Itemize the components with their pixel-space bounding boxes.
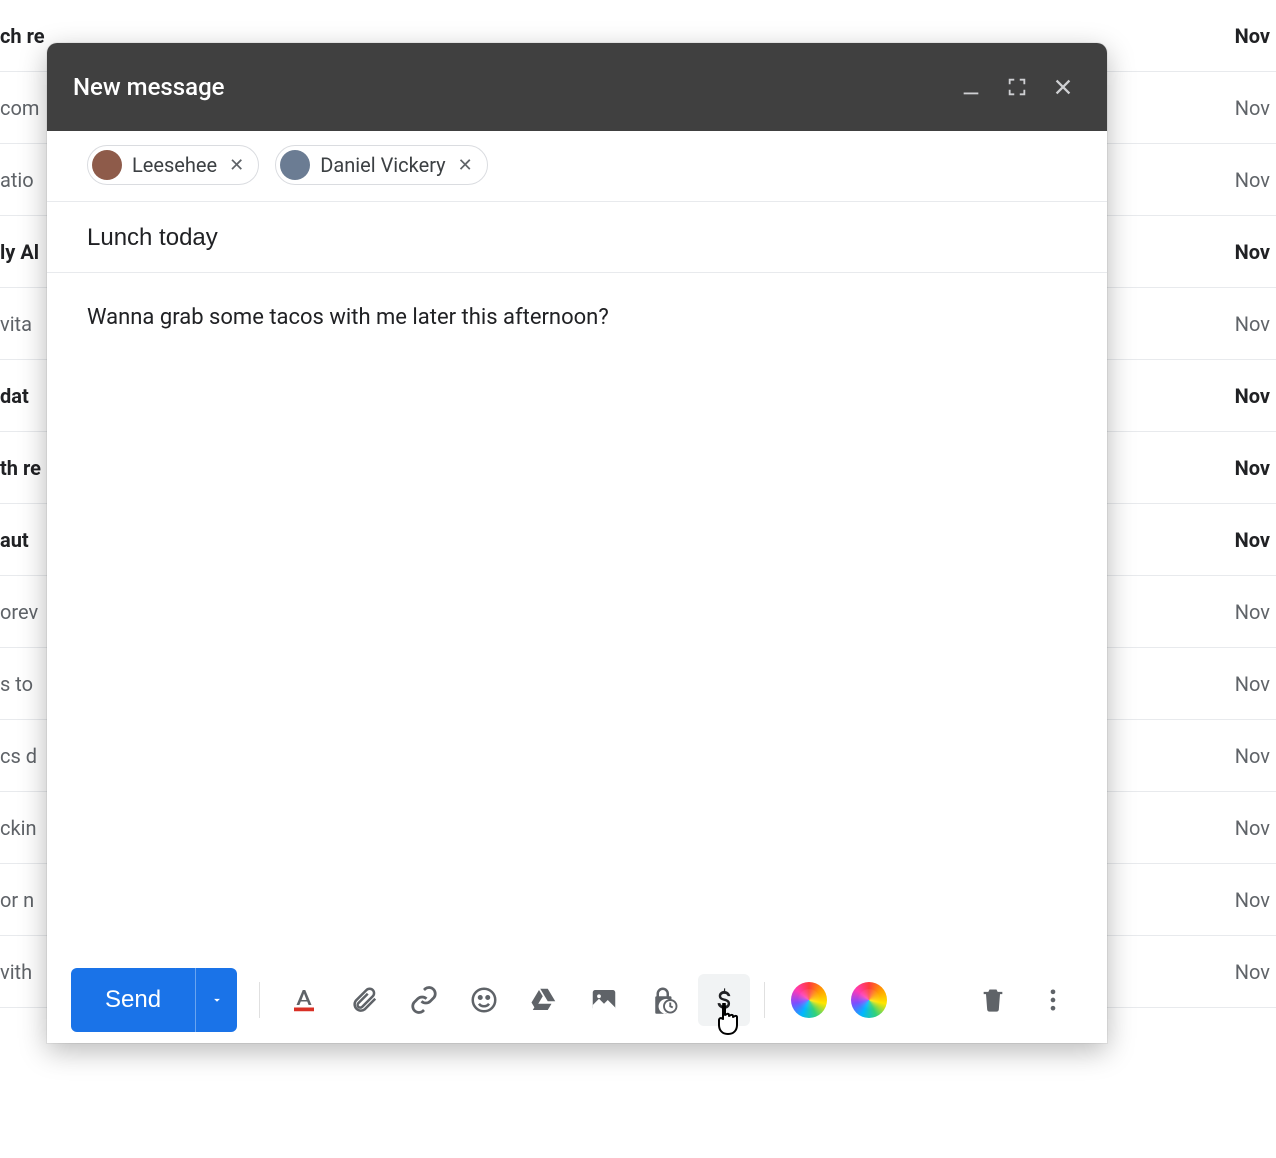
inbox-row-snippet: th re (0, 456, 41, 480)
link-icon[interactable] (398, 974, 450, 1026)
compose-body[interactable]: Wanna grab some tacos with me later this… (47, 273, 1107, 957)
compose-header: New message (47, 43, 1107, 131)
compose-title: New message (73, 73, 943, 101)
dollar-icon[interactable] (698, 974, 750, 1026)
compose-window: New message Leesehee ✕ Daniel Vickery ✕ Wan… (47, 43, 1107, 1043)
inbox-row-date: Nov (1235, 96, 1270, 120)
subject-input[interactable] (87, 224, 1067, 252)
trash-icon[interactable] (967, 974, 1019, 1026)
chip-remove-icon[interactable]: ✕ (227, 155, 246, 176)
inbox-row-date: Nov (1235, 744, 1270, 768)
inbox-row-date: Nov (1235, 816, 1270, 840)
inbox-row-date: Nov (1235, 312, 1270, 336)
inbox-row-date: Nov (1235, 960, 1270, 984)
paperclip-icon[interactable] (338, 974, 390, 1026)
inbox-row-date: Nov (1235, 240, 1270, 264)
separator (259, 982, 260, 1018)
inbox-row-snippet: atio (0, 168, 34, 192)
emoji-icon[interactable] (458, 974, 510, 1026)
more-vert-icon[interactable] (1027, 974, 1079, 1026)
recipient-name: Daniel Vickery (320, 153, 445, 177)
inbox-row-date: Nov (1235, 168, 1270, 192)
rainbow-avatar-icon (791, 982, 827, 1018)
avatar (92, 150, 122, 180)
image-icon[interactable] (578, 974, 630, 1026)
inbox-row-snippet: aut (0, 528, 29, 552)
recipient-name: Leesehee (132, 153, 217, 177)
body-text: Wanna grab some tacos with me later this… (87, 305, 609, 330)
inbox-row-snippet: ch re (0, 24, 45, 48)
inbox-row-date: Nov (1235, 672, 1270, 696)
inbox-row-snippet: com (0, 96, 39, 120)
recipient-chip[interactable]: Leesehee ✕ (87, 145, 259, 185)
fullscreen-button[interactable] (999, 69, 1035, 105)
inbox-row-snippet: ly Al (0, 240, 39, 264)
caret-down-icon (210, 993, 224, 1007)
inbox-row-snippet: s to (0, 672, 33, 696)
inbox-row-date: Nov (1235, 456, 1270, 480)
inbox-row-snippet: cs d (0, 744, 37, 768)
chip-remove-icon[interactable]: ✕ (456, 155, 475, 176)
lock-clock-icon[interactable] (638, 974, 690, 1026)
inbox-row-date: Nov (1235, 528, 1270, 552)
rainbow-avatar-icon (851, 982, 887, 1018)
send-options-button[interactable] (195, 968, 237, 1032)
inbox-row-snippet: orev (0, 600, 38, 624)
recipients-row[interactable]: Leesehee ✕ Daniel Vickery ✕ (47, 131, 1107, 202)
inbox-row-snippet: vita (0, 312, 32, 336)
send-button[interactable]: Send (71, 968, 195, 1032)
inbox-row-date: Nov (1235, 384, 1270, 408)
extension-icon-2[interactable] (843, 974, 895, 1026)
separator (764, 982, 765, 1018)
recipient-chip[interactable]: Daniel Vickery ✕ (275, 145, 487, 185)
inbox-row-snippet: dat (0, 384, 29, 408)
subject-row (47, 202, 1107, 273)
inbox-row-snippet: vith (0, 960, 32, 984)
close-button[interactable] (1045, 69, 1081, 105)
inbox-row-date: Nov (1235, 888, 1270, 912)
avatar (280, 150, 310, 180)
extension-icon-1[interactable] (783, 974, 835, 1026)
inbox-row-snippet: ckin (0, 816, 37, 840)
compose-toolbar: Send (47, 957, 1107, 1043)
inbox-row-date: Nov (1235, 24, 1270, 48)
inbox-row-snippet: or n (0, 888, 34, 912)
format-text-icon[interactable] (278, 974, 330, 1026)
send-group: Send (71, 968, 237, 1032)
inbox-row-date: Nov (1235, 600, 1270, 624)
minimize-button[interactable] (953, 69, 989, 105)
drive-icon[interactable] (518, 974, 570, 1026)
